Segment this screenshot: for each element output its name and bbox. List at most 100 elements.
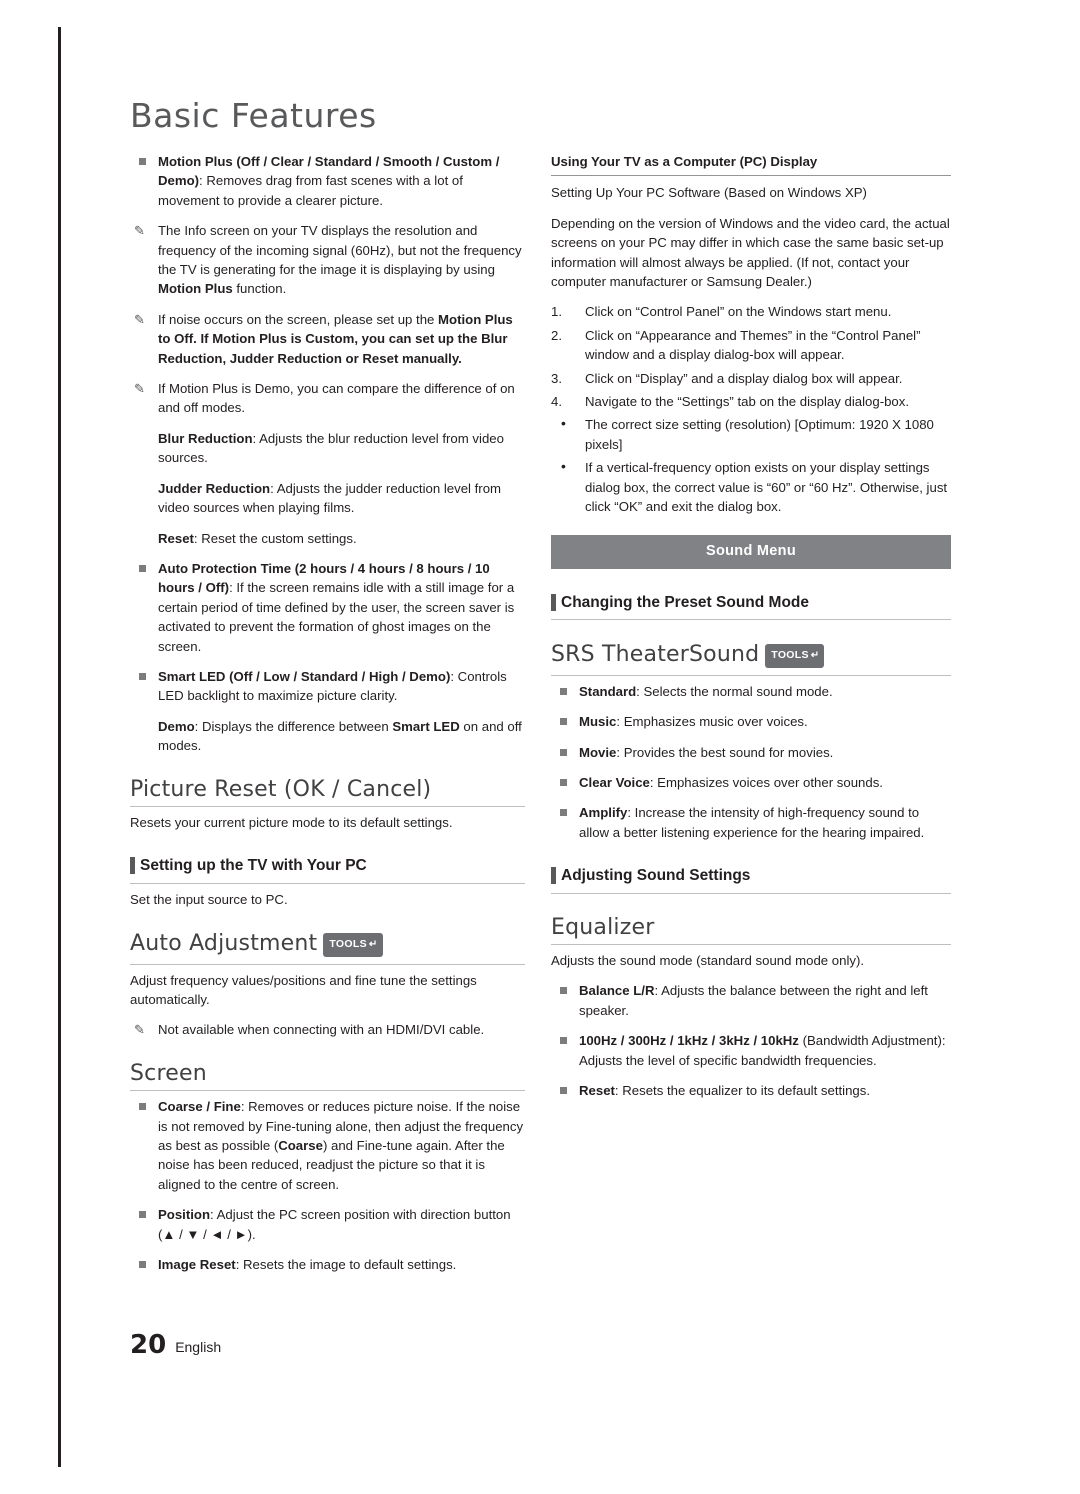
step-1-text: Click on “Control Panel” on the Windows … bbox=[585, 304, 892, 320]
equalizer-reset-desc: : Resets the equalizer to its default se… bbox=[614, 1083, 871, 1098]
bandwidth-label: 100Hz / 300Hz / 1kHz / 3kHz / 10kHz bbox=[579, 1033, 799, 1049]
heading-equalizer: Equalizer bbox=[551, 916, 951, 945]
list-item-auto-protection-time: Auto Protection Time (2 hours / 4 hours … bbox=[130, 559, 525, 656]
image-reset-desc: : Resets the image to default settings. bbox=[235, 1257, 457, 1273]
page-edge-rule bbox=[58, 27, 61, 1467]
heading-picture-reset: Picture Reset (OK / Cancel) bbox=[130, 778, 525, 807]
page-number: 20 bbox=[130, 1330, 167, 1360]
note-icon: ✎ bbox=[134, 223, 145, 239]
step-4-text: Navigate to the “Settings” tab on the di… bbox=[585, 394, 910, 410]
list-item-smart-led: Smart LED (Off / Low / Standard / High /… bbox=[130, 667, 525, 706]
note-info-screen: ✎ The Info screen on your TV displays th… bbox=[130, 221, 525, 299]
motion-plus-desc: : Removes drag from fast scenes with a l… bbox=[158, 173, 463, 208]
step-4-number: 4. bbox=[551, 394, 562, 410]
image-reset-label: Image Reset bbox=[158, 1257, 236, 1273]
balance-lr-label: Balance L/R bbox=[579, 983, 655, 999]
para-equalizer: Adjusts the sound mode (standard sound m… bbox=[551, 952, 865, 968]
para-auto-adjustment: Adjust frequency values/positions and fi… bbox=[130, 972, 477, 1007]
note-info-screen-bold: Motion Plus bbox=[158, 281, 233, 297]
document-page: Basic Features Motion Plus (Off / Clear … bbox=[0, 0, 1080, 1494]
position-desc: : Adjust the PC screen position with dir… bbox=[158, 1207, 511, 1242]
note-icon: ✎ bbox=[134, 311, 145, 327]
heading-changing-preset-sound-mode: Changing the Preset Sound Mode bbox=[551, 593, 951, 621]
equalizer-reset-label: Reset bbox=[579, 1083, 615, 1098]
tools-badge[interactable]: TOOLS ↵ bbox=[765, 644, 825, 668]
list-item-sound-clear-voice: Clear Voice: Emphasizes voices over othe… bbox=[551, 773, 951, 792]
note-demo-text: If Motion Plus is Demo, you can compare … bbox=[158, 381, 515, 416]
coarse-fine-label: Coarse / Fine bbox=[158, 1099, 241, 1115]
heading-adjusting-sound-settings: Adjusting Sound Settings bbox=[551, 866, 951, 894]
position-label: Position bbox=[158, 1207, 211, 1223]
sound-menu-band: Sound Menu bbox=[551, 534, 951, 569]
sound-music-label: Music bbox=[579, 714, 617, 730]
heading-pc-display: Using Your TV as a Computer (PC) Display bbox=[551, 152, 951, 177]
reset-desc: : Reset the custom settings. bbox=[193, 530, 357, 546]
list-item-motion-plus: Motion Plus (Off / Clear / Standard / Sm… bbox=[130, 152, 525, 210]
enter-return-icon: ↵ bbox=[810, 650, 820, 662]
list-item-sound-amplify: Amplify: Increase the intensity of high-… bbox=[551, 803, 951, 842]
sound-music-desc: : Emphasizes music over voices. bbox=[616, 714, 808, 730]
tools-badge-label: TOOLS bbox=[771, 649, 809, 662]
heading-auto-adjustment: Auto Adjustment TOOLS ↵ bbox=[130, 931, 525, 965]
srs-title: SRS TheaterSound bbox=[551, 642, 760, 668]
tools-badge-label: TOOLS bbox=[329, 938, 367, 951]
heading-screen: Screen bbox=[130, 1062, 525, 1092]
sound-clear-voice-label: Clear Voice bbox=[579, 774, 650, 790]
note-icon: ✎ bbox=[134, 381, 145, 397]
right-column: Using Your TV as a Computer (PC) Display… bbox=[551, 152, 951, 1111]
para-setting-up-tv: Set the input source to PC. bbox=[130, 891, 288, 907]
demo-label: Demo bbox=[158, 718, 195, 734]
demo-desc: : Displays the difference between bbox=[194, 718, 393, 734]
note-demo: ✎ If Motion Plus is Demo, you can compar… bbox=[130, 379, 525, 418]
step-3-text: Click on “Display” and a display dialog … bbox=[585, 370, 903, 386]
page-language: English bbox=[175, 1339, 222, 1355]
step-2-number: 2. bbox=[551, 327, 562, 343]
judder-reduction-label: Judder Reduction bbox=[158, 480, 271, 496]
note-noise: ✎ If noise occurs on the screen, please … bbox=[130, 310, 525, 368]
list-item-sound-standard: Standard: Selects the normal sound mode. bbox=[551, 682, 951, 701]
sound-movie-desc: : Provides the best sound for movies. bbox=[616, 744, 834, 760]
tools-badge[interactable]: TOOLS ↵ bbox=[323, 933, 383, 957]
blur-reduction-label: Blur Reduction bbox=[158, 430, 253, 446]
coarse-bold: Coarse bbox=[278, 1138, 323, 1154]
step-2-text: Click on “Appearance and Themes” in the … bbox=[585, 327, 921, 363]
page-footer: 20 English bbox=[130, 1330, 221, 1360]
sound-standard-label: Standard bbox=[579, 683, 637, 699]
smart-led-label: Smart LED (Off / Low / Standard / High /… bbox=[158, 668, 451, 684]
step-1: 1. Click on “Control Panel” on the Windo… bbox=[551, 302, 951, 321]
sound-amplify-label: Amplify bbox=[579, 805, 628, 821]
para-demo: Demo: Displays the difference between Sm… bbox=[158, 717, 525, 756]
page-title: Basic Features bbox=[130, 96, 377, 135]
para-blur-reduction: Blur Reduction: Adjusts the blur reducti… bbox=[158, 429, 525, 468]
reset-label: Reset bbox=[158, 530, 194, 546]
note-hdmi-dvi-text: Not available when connecting with an HD… bbox=[158, 1022, 485, 1038]
step-3: 3. Click on “Display” and a display dial… bbox=[551, 369, 951, 388]
demo-bold-smart-led: Smart LED bbox=[392, 718, 460, 734]
list-item-balance-lr: Balance L/R: Adjusts the balance between… bbox=[551, 981, 951, 1020]
list-item-coarse-fine: Coarse / Fine: Removes or reduces pictur… bbox=[130, 1097, 525, 1194]
para-pc-intro: Depending on the version of Windows and … bbox=[551, 215, 950, 290]
heading-srs-theatersound: SRS TheaterSound TOOLS ↵ bbox=[551, 642, 951, 676]
step-3-number: 3. bbox=[551, 370, 562, 386]
note-info-screen-text: The Info screen on your TV displays the … bbox=[158, 223, 522, 278]
para-picture-reset: Resets your current picture mode to its … bbox=[130, 814, 453, 830]
list-item-image-reset: Image Reset: Resets the image to default… bbox=[130, 1255, 525, 1274]
left-column: Motion Plus (Off / Clear / Standard / Sm… bbox=[130, 152, 525, 1285]
list-item-sound-movie: Movie: Provides the best sound for movie… bbox=[551, 743, 951, 762]
step-2: 2. Click on “Appearance and Themes” in t… bbox=[551, 326, 951, 365]
auto-adjustment-title: Auto Adjustment bbox=[130, 931, 318, 957]
para-reset: Reset: Reset the custom settings. bbox=[158, 529, 525, 548]
bullet-resolution: The correct size setting (resolution) [O… bbox=[551, 414, 951, 454]
heading-pc-software-setup: Setting Up Your PC Software (Based on Wi… bbox=[551, 185, 867, 201]
list-item-position: Position: Adjust the PC screen position … bbox=[130, 1205, 525, 1244]
note-noise-text: If noise occurs on the screen, please se… bbox=[158, 311, 439, 327]
enter-return-icon: ↵ bbox=[368, 939, 378, 951]
list-item-sound-music: Music: Emphasizes music over voices. bbox=[551, 712, 951, 731]
step-1-number: 1. bbox=[551, 304, 562, 320]
note-icon: ✎ bbox=[134, 1022, 145, 1038]
para-judder-reduction: Judder Reduction: Adjusts the judder red… bbox=[158, 479, 525, 518]
list-item-equalizer-reset: Reset: Resets the equalizer to its defau… bbox=[551, 1081, 951, 1100]
sound-movie-label: Movie bbox=[579, 744, 617, 760]
sound-standard-desc: : Selects the normal sound mode. bbox=[636, 683, 833, 699]
sound-clear-voice-desc: : Emphasizes voices over other sounds. bbox=[649, 774, 883, 790]
